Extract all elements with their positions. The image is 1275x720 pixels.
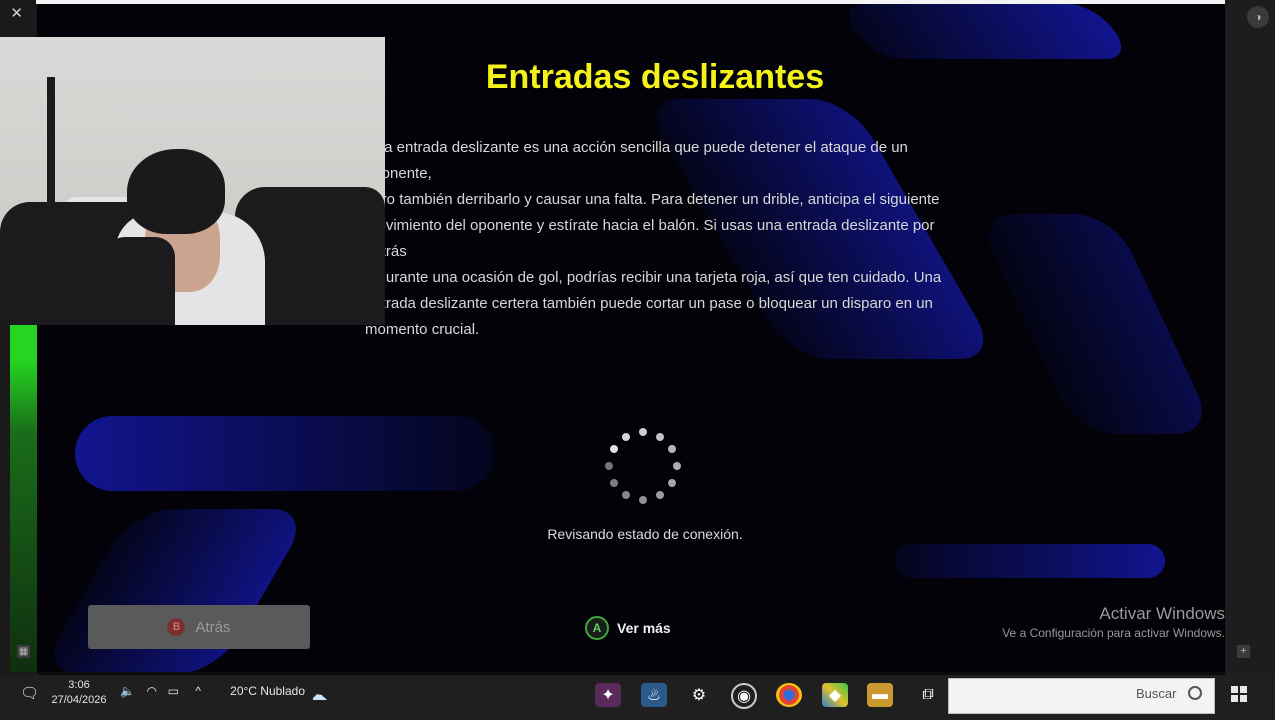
webcam-stand (47, 77, 55, 207)
tray-chevron-icon[interactable]: ^ (195, 684, 201, 698)
decor-stripe (895, 544, 1165, 578)
spinner-dot (639, 496, 647, 504)
search-placeholder: Buscar (1136, 686, 1177, 701)
tutorial-title: Entradas deslizantes (485, 58, 825, 96)
connection-status-text: Revisando estado de conexión. (547, 526, 743, 542)
notifications-icon[interactable]: 🗨 (20, 684, 39, 702)
obs-icon[interactable]: ◉ (731, 683, 757, 709)
description-line: momento crucial. (365, 321, 480, 338)
description-line: pero también derribarlo y causar una fal… (365, 191, 940, 208)
settings-icon[interactable]: ⚙ (686, 683, 712, 707)
clock-date: 27/04/2026 (51, 694, 107, 706)
spinner-dot (609, 445, 618, 453)
decor-stripe (973, 214, 1217, 434)
chrome-icon[interactable] (776, 683, 802, 707)
spinner-dot (656, 432, 664, 441)
battery-icon[interactable]: ▭ (168, 684, 179, 698)
weather-text: 20°C Nublado (230, 684, 305, 698)
windows-start-icon[interactable] (1231, 686, 1247, 702)
spinner-dot (609, 479, 618, 487)
task-view-icon[interactable]: ⧉ (915, 683, 941, 707)
webcam-person-sleeve (105, 237, 175, 325)
wifi-icon[interactable]: ◠ (147, 684, 157, 698)
decor-stripe (75, 416, 495, 491)
b-button-icon: B (167, 618, 186, 636)
ver-mas-label: Ver más (617, 620, 671, 636)
atras-button[interactable]: B Atrás (88, 605, 310, 649)
spinner-dot (639, 428, 647, 436)
description-line: Una entrada deslizante es una acción sen… (365, 139, 908, 182)
spinner-dot (673, 462, 681, 470)
webcam-overlay (0, 37, 385, 325)
volume-icon[interactable]: 🔈 (120, 684, 135, 698)
a-button-icon: A (585, 616, 609, 640)
taskbar-clock[interactable]: 3:06 27/04/2026 (48, 678, 110, 708)
app-badge-icon: ◐ (1247, 6, 1269, 28)
game-icon[interactable]: ✦ (595, 683, 621, 707)
spinner-dot (605, 462, 613, 470)
grid-icon[interactable]: ▦ (17, 645, 30, 658)
side-panel-right (1225, 0, 1275, 675)
bluestacks-icon[interactable]: ◆ (822, 683, 848, 707)
decor-stripe (835, 4, 1135, 59)
clock-time: 3:06 (68, 679, 90, 691)
description-line: entrada deslizante certera también puede… (365, 295, 933, 312)
description-line: o durante una ocasión de gol, podrías re… (365, 269, 942, 286)
ver-mas-button[interactable]: A Ver más (585, 615, 695, 641)
description-line: movimiento del oponente y estírate hacia… (365, 217, 935, 260)
weather-cloud-icon: ☁ (312, 687, 328, 704)
webcam-person-hair (127, 149, 225, 234)
activate-windows-watermark: Activar Windows Ve a Configuración para … (965, 604, 1225, 640)
file-explorer-icon[interactable]: ▬ (867, 683, 893, 707)
watermark-subtitle: Ve a Configuración para activar Windows. (1002, 626, 1225, 640)
watermark-title: Activar Windows (1099, 604, 1225, 623)
add-icon[interactable]: + (1237, 645, 1250, 658)
spinner-dot (622, 432, 630, 441)
screen: ✕ ◐ ▦ + Entradas deslizantes Una entrada… (0, 0, 1275, 720)
atras-label: Atrás (195, 618, 231, 636)
steam-icon[interactable]: ♨ (641, 683, 667, 707)
close-icon[interactable]: ✕ (10, 4, 23, 22)
tutorial-description: Una entrada deslizante es una acción sen… (365, 135, 945, 343)
